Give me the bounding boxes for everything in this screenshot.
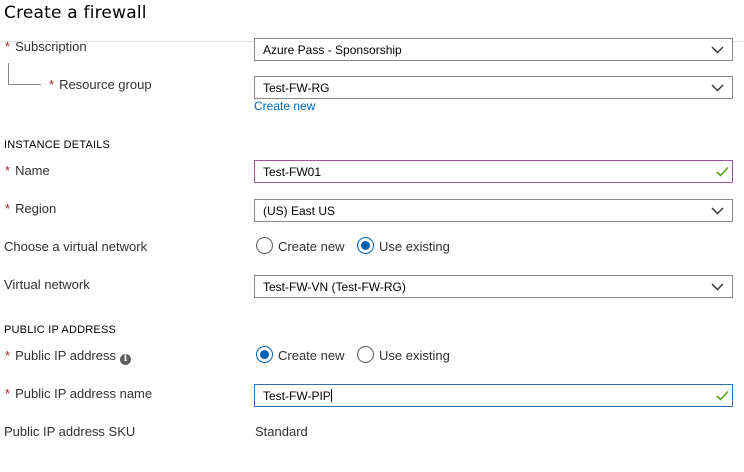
- subscription-dropdown[interactable]: Azure Pass - Sponsorship: [254, 38, 733, 61]
- region-value: (US) East US: [263, 204, 336, 218]
- info-icon[interactable]: i: [120, 354, 131, 365]
- pip-use-existing-radio[interactable]: [357, 346, 374, 363]
- public-ip-name-label: * Public IP address name: [5, 386, 153, 401]
- name-label: * Name: [5, 163, 50, 178]
- public-ip-name-input[interactable]: Test-FW-PIP: [254, 384, 733, 407]
- virtual-network-dropdown[interactable]: Test-FW-VN (Test-FW-RG): [254, 275, 733, 298]
- region-dropdown[interactable]: (US) East US: [254, 199, 733, 222]
- virtual-network-label: Virtual network: [4, 277, 90, 292]
- instance-details-heading: INSTANCE DETAILS: [4, 139, 111, 151]
- vnet-use-existing-radio[interactable]: [357, 237, 374, 254]
- required-marker: *: [5, 39, 11, 54]
- public-ip-sku-label: Public IP address SKU: [4, 424, 136, 439]
- chevron-down-icon: [711, 46, 724, 54]
- resource-group-label: * Resource group: [49, 77, 152, 92]
- required-marker: *: [5, 348, 11, 363]
- vnet-use-existing-label[interactable]: Use existing: [379, 239, 450, 254]
- pip-create-new-radio[interactable]: [256, 346, 273, 363]
- checkmark-icon: [716, 166, 729, 177]
- vnet-create-new-radio[interactable]: [256, 237, 273, 254]
- resource-group-value: Test-FW-RG: [263, 81, 330, 95]
- public-ip-heading: PUBLIC IP ADDRESS: [4, 324, 117, 336]
- pip-use-existing-label[interactable]: Use existing: [379, 348, 450, 363]
- create-new-resource-group-link[interactable]: Create new: [254, 99, 315, 113]
- public-ip-address-label: * Public IP address i: [5, 348, 131, 365]
- chevron-down-icon: [711, 207, 724, 215]
- required-marker: *: [5, 163, 11, 178]
- required-marker: *: [5, 386, 11, 401]
- chevron-down-icon: [711, 84, 724, 92]
- tree-connector: [8, 63, 9, 85]
- subscription-value: Azure Pass - Sponsorship: [263, 43, 402, 57]
- virtual-network-value: Test-FW-VN (Test-FW-RG): [263, 280, 406, 294]
- checkmark-icon: [716, 390, 729, 401]
- required-marker: *: [5, 201, 11, 216]
- chevron-down-icon: [711, 283, 724, 291]
- page-title: Create a firewall: [4, 3, 147, 23]
- choose-virtual-network-label: Choose a virtual network: [4, 239, 148, 254]
- text-cursor: [330, 389, 332, 402]
- subscription-label: * Subscription: [5, 39, 87, 54]
- vnet-create-new-label[interactable]: Create new: [278, 239, 344, 254]
- name-value: Test-FW01: [263, 165, 322, 179]
- required-marker: *: [49, 77, 55, 92]
- public-ip-name-value: Test-FW-PIP: [263, 389, 331, 403]
- region-label: * Region: [5, 201, 57, 216]
- resource-group-dropdown[interactable]: Test-FW-RG: [254, 76, 733, 99]
- pip-create-new-label[interactable]: Create new: [278, 348, 344, 363]
- name-input[interactable]: Test-FW01: [254, 160, 733, 183]
- tree-connector: [8, 84, 41, 85]
- public-ip-sku-value: Standard: [255, 424, 308, 439]
